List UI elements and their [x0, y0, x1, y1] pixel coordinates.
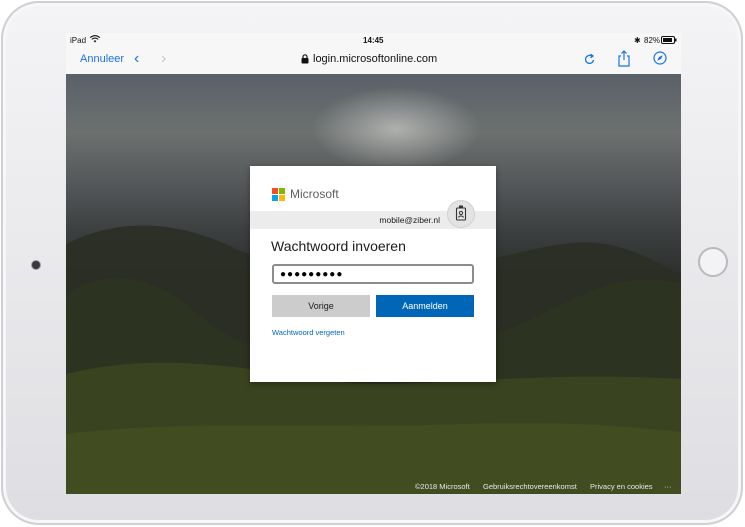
badge-icon: [447, 200, 475, 228]
terms-link[interactable]: Gebruiksrechtovereenkomst: [483, 482, 577, 491]
reload-icon[interactable]: [584, 52, 596, 71]
back-button[interactable]: Vorige: [272, 295, 370, 317]
cancel-button[interactable]: Annuleer: [80, 53, 124, 65]
brand-name: Microsoft: [290, 187, 339, 201]
screen: iPad 14:45 ✱ 82% Annuleer ‹ › login.micr…: [66, 33, 681, 494]
back-chevron-icon[interactable]: ‹: [134, 50, 139, 68]
more-options-icon[interactable]: ···: [664, 482, 672, 491]
lock-icon: [301, 54, 309, 64]
device-label: iPad: [70, 36, 87, 45]
clock: 14:45: [363, 36, 384, 45]
status-bar: iPad 14:45 ✱ 82%: [66, 33, 681, 47]
microsoft-logo-icon: [272, 188, 285, 201]
browser-toolbar: Annuleer ‹ › login.microsoftonline.com: [66, 47, 681, 75]
password-field[interactable]: ●●●●●●●●●: [272, 264, 474, 284]
address-bar[interactable]: login.microsoftonline.com: [301, 53, 437, 65]
wifi-icon: [89, 35, 101, 45]
account-email: mobile@ziber.nl: [379, 215, 440, 225]
battery-percent: 82%: [644, 36, 661, 45]
front-camera: [32, 261, 40, 269]
page-title: Wachtwoord invoeren: [271, 238, 406, 254]
page-footer: ©2018 Microsoft Gebruiksrechtovereenkoms…: [66, 478, 681, 494]
privacy-link[interactable]: Privacy en cookies: [590, 482, 653, 491]
forgot-password-link[interactable]: Wachtwoord vergeten: [272, 328, 345, 337]
home-button[interactable]: [698, 247, 728, 277]
url-text: login.microsoftonline.com: [313, 53, 438, 65]
battery-icon: [661, 36, 677, 46]
bluetooth-icon: ✱: [634, 36, 641, 45]
login-card: Microsoft mobile@ziber.nl Wachtwoord inv…: [250, 166, 496, 382]
forward-chevron-icon[interactable]: ›: [161, 50, 166, 68]
compass-icon[interactable]: [653, 51, 667, 70]
share-icon[interactable]: [617, 50, 631, 72]
sign-in-button[interactable]: Aanmelden: [376, 295, 474, 317]
copyright-text: ©2018 Microsoft: [415, 482, 470, 491]
